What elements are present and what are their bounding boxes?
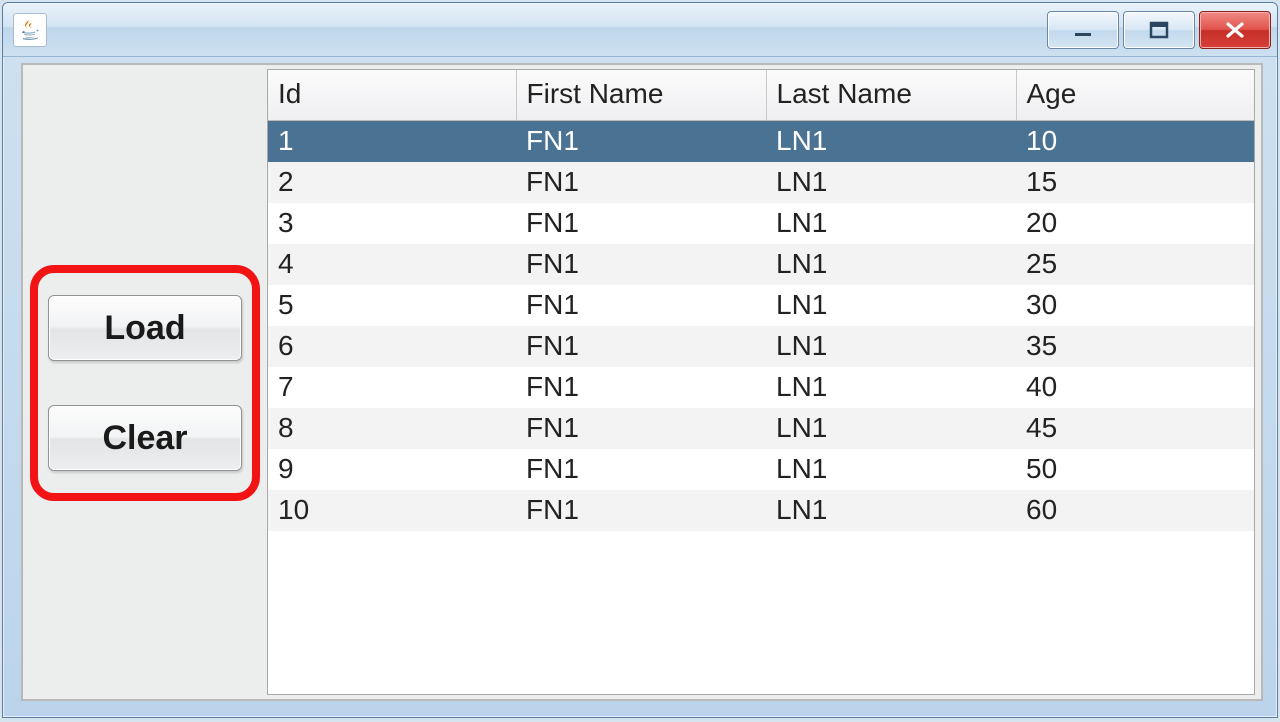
table-cell[interactable]: 6 [268,326,516,367]
column-header-age[interactable]: Age [1016,70,1254,121]
table-cell[interactable]: LN1 [766,367,1016,408]
titlebar[interactable] [3,3,1277,57]
java-app-icon [13,13,47,47]
table-cell[interactable]: FN1 [516,285,766,326]
table-cell[interactable]: LN1 [766,326,1016,367]
column-header-first-name[interactable]: First Name [516,70,766,121]
table-cell[interactable]: 35 [1016,326,1254,367]
table-cell[interactable]: LN1 [766,449,1016,490]
table-cell[interactable]: LN1 [766,162,1016,203]
table-cell[interactable]: FN1 [516,367,766,408]
data-table[interactable]: Id First Name Last Name Age 1FN1LN1102FN… [268,70,1254,531]
close-button[interactable] [1199,11,1271,49]
column-header-id[interactable]: Id [268,70,516,121]
table-row[interactable]: 3FN1LN120 [268,203,1254,244]
button-panel: Load Clear [23,65,267,699]
table-cell[interactable]: 7 [268,367,516,408]
table-row[interactable]: 5FN1LN130 [268,285,1254,326]
table-row[interactable]: 10FN1LN160 [268,490,1254,531]
app-window: Load Clear Id First Name Last Name Age 1… [2,2,1278,718]
table-cell[interactable]: 45 [1016,408,1254,449]
table-cell[interactable]: FN1 [516,449,766,490]
table-cell[interactable]: 8 [268,408,516,449]
window-controls [1047,11,1271,49]
table-row[interactable]: 7FN1LN140 [268,367,1254,408]
table-row[interactable]: 1FN1LN110 [268,121,1254,163]
table-cell[interactable]: 1 [268,121,516,163]
load-button[interactable]: Load [48,295,242,361]
table-row[interactable]: 6FN1LN135 [268,326,1254,367]
data-table-container: Id First Name Last Name Age 1FN1LN1102FN… [267,69,1255,695]
table-cell[interactable]: FN1 [516,203,766,244]
table-row[interactable]: 8FN1LN145 [268,408,1254,449]
column-header-last-name[interactable]: Last Name [766,70,1016,121]
client-area: Load Clear Id First Name Last Name Age 1… [21,63,1263,701]
minimize-button[interactable] [1047,11,1119,49]
table-cell[interactable]: LN1 [766,121,1016,163]
table-cell[interactable]: LN1 [766,203,1016,244]
table-cell[interactable]: 2 [268,162,516,203]
table-cell[interactable]: 10 [1016,121,1254,163]
table-cell[interactable]: FN1 [516,408,766,449]
table-cell[interactable]: 20 [1016,203,1254,244]
table-cell[interactable]: FN1 [516,326,766,367]
table-header-row[interactable]: Id First Name Last Name Age [268,70,1254,121]
clear-button[interactable]: Clear [48,405,242,471]
table-cell[interactable]: 60 [1016,490,1254,531]
table-cell[interactable]: LN1 [766,285,1016,326]
table-cell[interactable]: 3 [268,203,516,244]
table-row[interactable]: 9FN1LN150 [268,449,1254,490]
annotation-highlight: Load Clear [30,265,260,501]
table-cell[interactable]: 5 [268,285,516,326]
table-cell[interactable]: 50 [1016,449,1254,490]
table-cell[interactable]: 9 [268,449,516,490]
table-cell[interactable]: LN1 [766,490,1016,531]
table-cell[interactable]: LN1 [766,244,1016,285]
table-cell[interactable]: FN1 [516,490,766,531]
table-row[interactable]: 2FN1LN115 [268,162,1254,203]
table-cell[interactable]: 15 [1016,162,1254,203]
table-cell[interactable]: LN1 [766,408,1016,449]
table-cell[interactable]: FN1 [516,162,766,203]
table-cell[interactable]: FN1 [516,244,766,285]
table-cell[interactable]: 4 [268,244,516,285]
table-cell[interactable]: FN1 [516,121,766,163]
table-cell[interactable]: 30 [1016,285,1254,326]
table-cell[interactable]: 40 [1016,367,1254,408]
maximize-button[interactable] [1123,11,1195,49]
table-row[interactable]: 4FN1LN125 [268,244,1254,285]
table-cell[interactable]: 25 [1016,244,1254,285]
table-cell[interactable]: 10 [268,490,516,531]
